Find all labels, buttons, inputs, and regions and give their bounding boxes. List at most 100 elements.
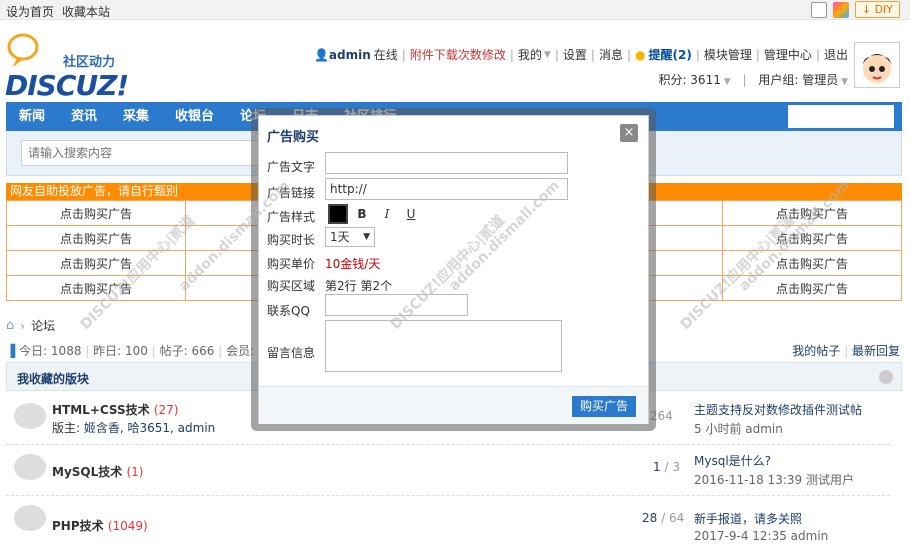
forum-stats: ▐ 今日: 1088 | 昨日: 100 | 帖子: 666 | 会员: 28 <box>6 344 274 358</box>
forum-name-text: PHP技术 <box>52 519 104 533</box>
collapse-icon[interactable] <box>879 370 893 384</box>
ad-cell[interactable]: 点击购买广告 <box>722 250 902 276</box>
stat-posts: 帖子: 666 <box>159 344 215 358</box>
ad-cell[interactable]: 点击购买广告 <box>6 225 186 251</box>
ad-cell[interactable]: 点击购买广告 <box>722 200 902 226</box>
color-picker[interactable] <box>328 204 348 224</box>
forum-row: PHP技术 (1049) 28 / 64 新手报道，请多关照 2017-9-4 1… <box>6 497 890 547</box>
close-icon[interactable]: × <box>620 124 638 142</box>
mine-menu[interactable]: 我的 <box>518 46 542 63</box>
last-post-link[interactable]: Mysql是什么? <box>694 454 771 468</box>
stat-today: 今日: 1088 <box>19 344 82 358</box>
forum-count-text: / 3 <box>664 460 680 474</box>
points-menu[interactable]: 积分: 3611 <box>658 73 720 87</box>
ad-text-label: 广告文字 <box>267 160 316 174</box>
forum-name-text: MySQL技术 <box>52 465 123 479</box>
diy-label: DIY <box>874 3 893 16</box>
chevron-down-icon: ▼ <box>838 77 848 87</box>
module-admin-link[interactable]: 模块管理 <box>704 46 752 63</box>
ad-purchase-dialog: 广告购买 × 广告文字 广告链接 http:// 广告样式 B I U 购买时长… <box>258 115 649 424</box>
forum-name[interactable]: HTML+CSS技术 (27) <box>52 401 178 418</box>
stat-yesterday: 昨日: 100 <box>93 344 148 358</box>
time-select[interactable]: 1天 ▼ <box>325 227 375 247</box>
dialog-footer: 购买广告 <box>259 386 648 424</box>
area-label: 购买区域 <box>267 279 316 293</box>
theme-icon[interactable] <box>832 1 849 18</box>
ad-cell[interactable]: 点击购买广告 <box>6 200 186 226</box>
quick-nav-button[interactable]: 快捷导航 ▼ <box>788 105 894 153</box>
sep: | <box>554 47 559 62</box>
remind-link[interactable]: 提醒(2) <box>648 46 691 63</box>
sep: | <box>401 47 406 62</box>
home-icon[interactable]: ⌂ <box>6 318 14 333</box>
chevron-down-icon: ▼ <box>543 49 551 60</box>
sep: | <box>815 47 820 62</box>
group-menu[interactable]: 用户组: 管理员 <box>758 73 838 87</box>
bold-button[interactable]: B <box>352 205 372 223</box>
time-label: 购买时长 <box>267 233 316 247</box>
ad-link-input[interactable]: http:// <box>325 178 568 200</box>
admin-center-link[interactable]: 管理中心 <box>764 46 812 63</box>
bulb-icon: ● <box>635 47 646 62</box>
breadcrumb-forum[interactable]: 论坛 <box>31 317 55 334</box>
forum-name-text: HTML+CSS技术 <box>52 403 150 417</box>
ad-link-label: 广告链接 <box>267 186 316 200</box>
nav-item-info[interactable]: 资讯 <box>58 102 110 131</box>
fullscreen-icon[interactable] <box>810 1 827 18</box>
message-textarea[interactable] <box>325 320 562 372</box>
qq-input[interactable] <box>325 294 468 316</box>
my-posts-link[interactable]: 我的帖子 <box>792 344 840 358</box>
forum-bubble-icon <box>14 454 46 480</box>
last-post-link[interactable]: 主题支持反对数修改插件测试帖 <box>694 403 862 417</box>
settings-link[interactable]: 设置 <box>563 46 587 63</box>
avatar-face-icon <box>855 43 899 87</box>
sep: | <box>755 47 760 62</box>
nav-item-news[interactable]: 新闻 <box>6 102 58 131</box>
sep: | <box>590 47 595 62</box>
forum-today: (27) <box>153 403 179 417</box>
ad-text-input[interactable] <box>325 152 568 174</box>
last-post-meta: 2016-11-18 13:39 测试用户 <box>694 473 854 487</box>
forum-name[interactable]: MySQL技术 (1) <box>52 463 143 480</box>
price-value: 10金钱/天 <box>325 257 381 271</box>
nav-item-collect[interactable]: 采集 <box>110 102 162 131</box>
logout-link[interactable]: 退出 <box>824 46 848 63</box>
buy-ad-button[interactable]: 购买广告 <box>572 396 636 417</box>
section-title: 我收藏的版块 <box>17 372 90 386</box>
area-value: 第2行 第2个 <box>325 279 393 293</box>
ad-cell[interactable]: 点击购买广告 <box>722 275 902 301</box>
message-label: 留言信息 <box>267 346 316 360</box>
forum-bubble-icon <box>14 403 46 429</box>
diy-button[interactable]: ↓ DIY <box>854 1 900 18</box>
underline-button[interactable]: U <box>401 205 421 223</box>
breadcrumb: ⌂ › 论坛 <box>6 317 55 334</box>
logo-cn: 社区动力 <box>63 55 116 70</box>
ad-cell[interactable]: 点击购买广告 <box>722 225 902 251</box>
ad-cell[interactable]: 点击购买广告 <box>6 250 186 276</box>
notice-link[interactable]: 附件下载次数修改 <box>410 46 506 63</box>
top-bar: 设为首页 收藏本站 ↓ DIY <box>0 0 910 20</box>
forum-last-post: 主题支持反对数修改插件测试帖 5 小时前 admin <box>694 401 862 437</box>
ad-cell[interactable]: 点击购买广告 <box>6 275 186 301</box>
forum-mods: 版主: 姬含香, 哈3651, admin <box>52 419 215 436</box>
nav-item-cashier[interactable]: 收银台 <box>162 102 227 131</box>
forum-row: MySQL技术 (1) 1 / 3 Mysql是什么? 2016-11-18 13… <box>6 446 890 496</box>
last-post-link[interactable]: 新手报道，请多关照 <box>694 512 802 526</box>
forum-count: 28 / 64 <box>642 511 684 525</box>
top-icons: ↓ DIY <box>810 1 900 18</box>
online-status: 在线 <box>373 48 398 62</box>
username-link[interactable]: admin <box>329 48 371 62</box>
avatar[interactable] <box>854 42 900 88</box>
stats-icon: ▐ <box>6 344 16 358</box>
chevron-down-icon: ▼ <box>363 232 370 242</box>
forum-name[interactable]: PHP技术 (1049) <box>52 517 148 534</box>
messages-link[interactable]: 消息 <box>599 46 623 63</box>
forum-count: 1 / 3 <box>653 460 680 474</box>
right-links: 我的帖子 | 最新回复 <box>792 344 900 358</box>
bookmark-link[interactable]: 收藏本站 <box>62 5 110 19</box>
latest-replies-link[interactable]: 最新回复 <box>852 344 900 358</box>
set-home-link[interactable]: 设为首页 <box>6 5 54 19</box>
italic-button[interactable]: I <box>377 205 397 223</box>
sep: | <box>509 47 514 62</box>
mod-links[interactable]: 姬含香, 哈3651, admin <box>84 421 215 435</box>
